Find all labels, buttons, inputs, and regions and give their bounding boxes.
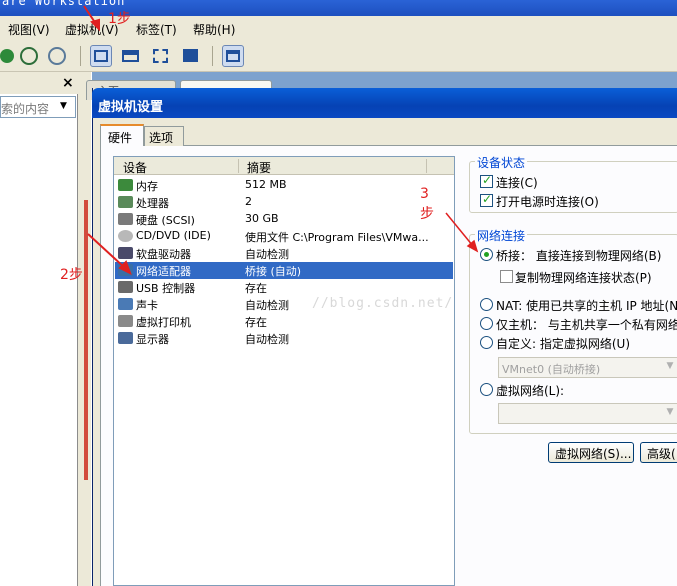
step2-annotation: 2步 <box>60 267 83 283</box>
step3-arrow <box>445 212 479 253</box>
step2-arrow <box>87 233 132 276</box>
step3-annotation: 3 步 <box>420 186 434 222</box>
step1-arrow <box>83 5 100 32</box>
step1-annotation: 1步 <box>108 11 131 27</box>
annotation-arrows <box>83 5 479 276</box>
